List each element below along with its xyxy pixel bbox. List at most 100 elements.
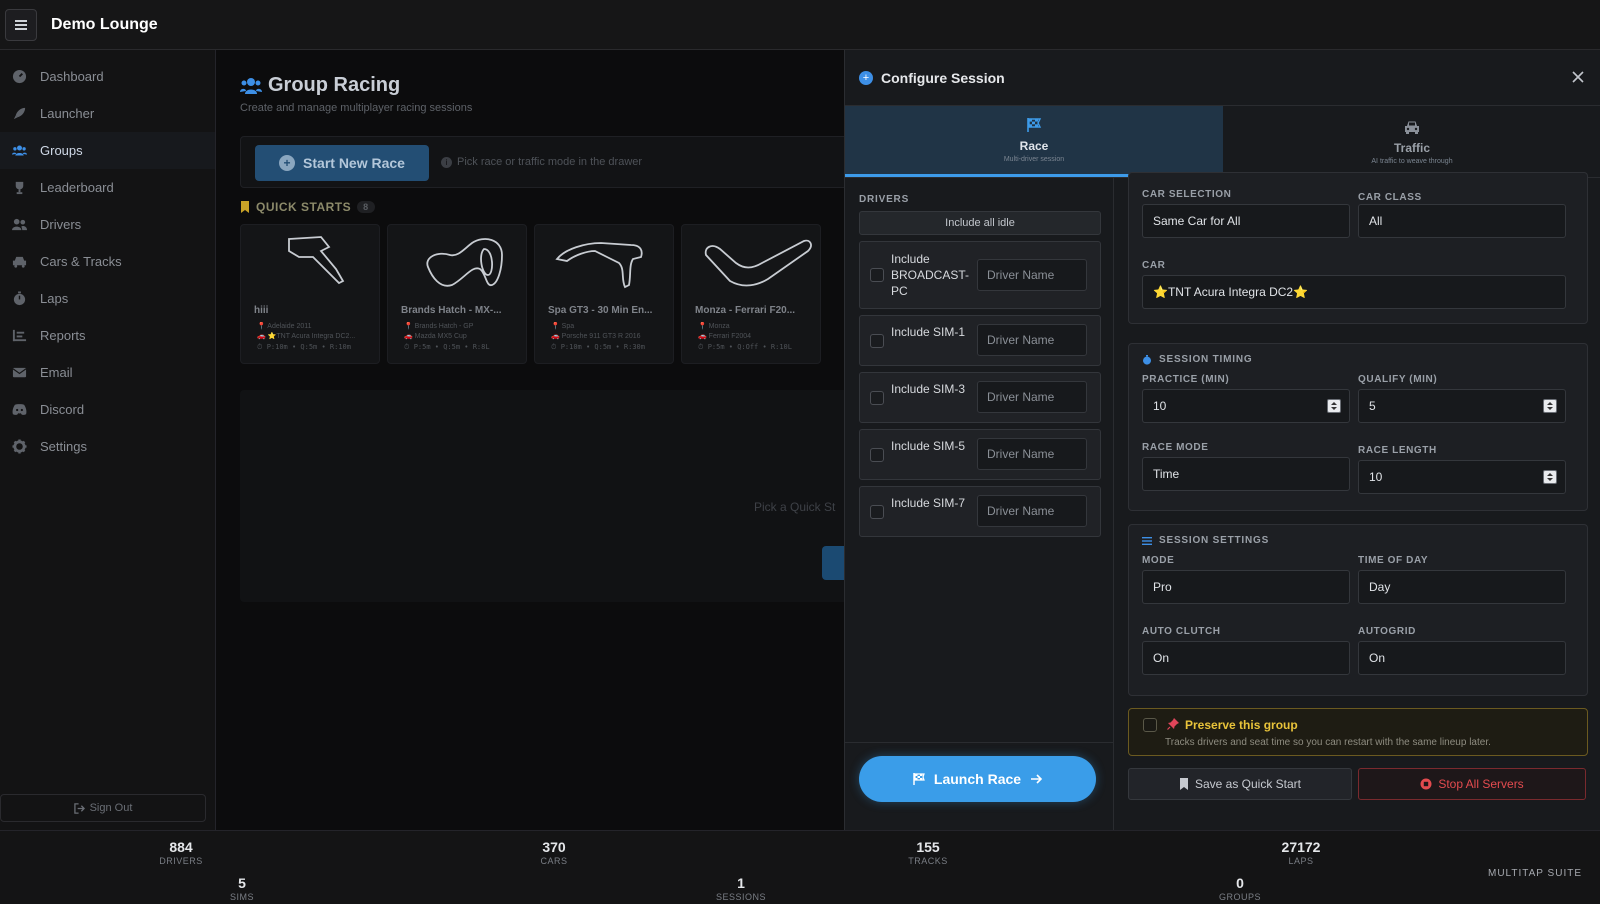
track-map-icon — [704, 239, 812, 287]
checkered-flag-icon — [913, 773, 925, 785]
sidebar-item-discord[interactable]: Discord — [0, 391, 215, 428]
driver-name-input[interactable]: Driver Name — [977, 495, 1087, 527]
users-icon — [240, 77, 262, 94]
time-of-day-label: TIME OF DAY — [1358, 555, 1429, 566]
sidebar-item-dashboard[interactable]: Dashboard — [0, 58, 215, 95]
sidebar-item-leaderboard[interactable]: Leaderboard — [0, 169, 215, 206]
stat-value: 27172 — [1281, 839, 1321, 855]
driver-name-input[interactable]: Driver Name — [977, 438, 1087, 470]
stat-value: 5 — [238, 875, 246, 891]
practice-value: 10 — [1153, 399, 1167, 413]
spinner-icon[interactable] — [1543, 399, 1557, 413]
sign-out-label: Sign Out — [89, 802, 133, 814]
race-mode-label: RACE MODE — [1142, 442, 1209, 453]
sidebar-item-email[interactable]: Email — [0, 354, 215, 391]
card-car: 🚗 Mazda MX5 Cup — [404, 333, 467, 340]
car-class-select[interactable]: All — [1358, 204, 1566, 238]
race-length-input[interactable]: 10 — [1358, 460, 1566, 494]
sidebar-item-label: Settings — [40, 439, 87, 454]
sidebar-nav: Dashboard Launcher Groups Leaderboard Dr… — [0, 50, 215, 465]
quick-start-card[interactable]: Monza - Ferrari F20... 📍 Monza 🚗 Ferrari… — [681, 224, 821, 364]
sidebar-item-drivers[interactable]: Drivers — [0, 206, 215, 243]
start-new-race-button[interactable]: + Start New Race — [255, 145, 429, 181]
sidebar-item-settings[interactable]: Settings — [0, 428, 215, 465]
preserve-group-checkbox[interactable] — [1143, 718, 1157, 732]
page-title: Group Racing — [240, 74, 400, 97]
practice-input[interactable]: 10 — [1142, 389, 1350, 423]
stop-circle-icon — [1420, 778, 1432, 790]
spinner-icon[interactable] — [1327, 399, 1341, 413]
empty-state-text: Pick a Quick St — [754, 500, 836, 514]
quick-starts-label: QUICK STARTS — [256, 200, 352, 214]
card-name: hiii — [254, 305, 269, 316]
stat-value: 884 — [169, 839, 193, 855]
quick-start-cards: hiii 📍 Adelaide 2011 🚗 ⭐TNT Acura Integr… — [240, 224, 821, 364]
driver-checkbox[interactable] — [870, 505, 884, 519]
sidebar-item-groups[interactable]: Groups — [0, 132, 215, 169]
auto-clutch-select[interactable]: On — [1142, 641, 1350, 675]
quick-start-card[interactable]: Spa GT3 - 30 Min En... 📍 Spa 🚗 Porsche 9… — [534, 224, 674, 364]
track-map-icon — [288, 236, 345, 285]
empty-state-button[interactable] — [822, 546, 844, 580]
sidebar-item-reports[interactable]: Reports — [0, 317, 215, 354]
stat-cars: 370 CARS — [494, 839, 614, 866]
stat-value: 0 — [1236, 875, 1244, 891]
time-of-day-select[interactable]: Day — [1358, 570, 1566, 604]
stat-label: TRACKS — [908, 856, 948, 866]
card-meta: ⏱ P:5m • Q:Off • R:10L — [698, 343, 792, 351]
driver-checkbox[interactable] — [870, 334, 884, 348]
close-icon[interactable] — [1569, 68, 1587, 86]
driver-name-input[interactable]: Driver Name — [977, 324, 1087, 356]
trophy-icon — [10, 179, 28, 197]
driver-checkbox[interactable] — [870, 268, 884, 282]
driver-name-input[interactable]: Driver Name — [977, 381, 1087, 413]
sidebar-item-laps[interactable]: Laps — [0, 280, 215, 317]
car-select[interactable]: ⭐TNT Acura Integra DC2⭐ — [1142, 275, 1566, 309]
stat-groups: 0 GROUPS — [1180, 875, 1300, 902]
stat-laps: 27172 LAPS — [1241, 839, 1361, 866]
tab-traffic-label: Traffic — [1393, 140, 1430, 155]
driver-name-input[interactable]: Driver Name — [977, 259, 1087, 291]
card-car: 🚗 Ferrari F2004 — [698, 333, 752, 340]
mode-select[interactable]: Pro — [1142, 570, 1350, 604]
envelope-icon — [10, 364, 28, 382]
plus-circle-icon: + — [859, 70, 873, 85]
qualify-label: QUALIFY (MIN) — [1358, 374, 1438, 385]
save-quick-start-button[interactable]: Save as Quick Start — [1128, 768, 1352, 800]
quick-start-card[interactable]: Brands Hatch - MX-... 📍 Brands Hatch - G… — [387, 224, 527, 364]
stat-tracks: 155 TRACKS — [868, 839, 988, 866]
car-selection-select[interactable]: Same Car for All — [1142, 204, 1350, 238]
include-all-idle-button[interactable]: Include all idle — [859, 211, 1101, 235]
spinner-icon[interactable] — [1543, 470, 1557, 484]
driver-include-label: Include SIM-1 — [891, 325, 966, 339]
discord-icon — [10, 401, 28, 419]
sidebar-item-label: Laps — [40, 291, 69, 306]
hamburger-icon — [15, 19, 27, 30]
practice-label: PRACTICE (MIN) — [1142, 374, 1230, 385]
user-group-icon — [10, 216, 28, 234]
mode-tabs: Race Multi-driver session Traffic AI tra… — [845, 106, 1600, 178]
users-icon — [10, 142, 28, 160]
qualify-input[interactable]: 5 — [1358, 389, 1566, 423]
launch-area: Launch Race — [845, 742, 1114, 830]
sidebar-item-launcher[interactable]: Launcher — [0, 95, 215, 132]
driver-checkbox[interactable] — [870, 448, 884, 462]
stopwatch-icon — [1143, 354, 1151, 365]
session-settings-title: SESSION SETTINGS — [1159, 535, 1270, 546]
session-timing-title: SESSION TIMING — [1159, 354, 1253, 365]
tab-race[interactable]: Race Multi-driver session — [845, 106, 1223, 177]
driver-checkbox[interactable] — [870, 391, 884, 405]
race-mode-select[interactable]: Time — [1142, 457, 1350, 491]
driver-row: Include SIM-5 Driver Name — [859, 429, 1101, 480]
car-class-label: CAR CLASS — [1358, 192, 1422, 203]
quick-start-card[interactable]: hiii 📍 Adelaide 2011 🚗 ⭐TNT Acura Integr… — [240, 224, 380, 364]
tab-traffic[interactable]: Traffic AI traffic to weave through — [1223, 106, 1600, 177]
gear-icon — [10, 438, 28, 456]
launch-race-button[interactable]: Launch Race — [859, 756, 1096, 802]
car-label: CAR — [1142, 260, 1166, 271]
sidebar-item-cars-tracks[interactable]: Cars & Tracks — [0, 243, 215, 280]
menu-button[interactable] — [5, 8, 37, 41]
stop-all-servers-button[interactable]: Stop All Servers — [1358, 768, 1586, 800]
sign-out-button[interactable]: Sign Out — [0, 794, 206, 822]
autogrid-select[interactable]: On — [1358, 641, 1566, 675]
